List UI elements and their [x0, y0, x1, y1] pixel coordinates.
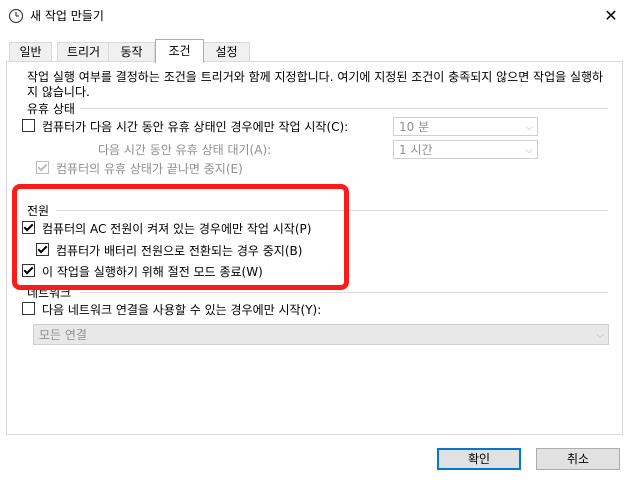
start-if-idle-checkbox[interactable] [22, 119, 35, 132]
description-text: 작업 실행 여부를 결정하는 조건을 트리거와 함께 지정합니다. 여기에 지정… [27, 70, 604, 99]
tab-settings[interactable]: 설정 [203, 42, 250, 62]
tab-triggers[interactable]: 트리거 [57, 42, 110, 62]
start-if-idle-label: 컴퓨터가 다음 시간 동안 유휴 상태인 경우에만 작업 시작(C): [42, 120, 349, 134]
idle-duration-combo[interactable]: 10 분 ⌵ [393, 117, 538, 136]
tab-actions[interactable]: 동작 [108, 42, 155, 62]
idle-group-label: 유휴 상태 [27, 100, 78, 117]
start-if-network-checkbox[interactable] [22, 302, 35, 315]
network-divider [80, 292, 608, 293]
chevron-down-icon: ⌵ [596, 330, 604, 341]
idle-divider [80, 108, 608, 109]
stop-if-not-idle-checkbox[interactable] [36, 161, 49, 174]
wait-duration-combo[interactable]: 1 시간 ⌵ [393, 140, 538, 159]
tab-conditions[interactable]: 조건 [155, 39, 204, 63]
wait-label: 다음 시간 동안 유휴 상태 대기(A): [98, 143, 272, 157]
window-title: 새 작업 만들기 [30, 9, 104, 23]
cancel-button[interactable]: 취소 [536, 448, 620, 470]
task-scheduler-icon [8, 8, 24, 24]
idle-duration-value: 10 분 [399, 120, 430, 134]
highlight-box [12, 184, 349, 290]
ok-button[interactable]: 확인 [437, 448, 521, 470]
wait-duration-value: 1 시간 [399, 143, 433, 157]
network-connection-value: 모든 연결 [39, 328, 87, 342]
network-connection-combo[interactable]: 모든 연결 ⌵ [33, 324, 609, 345]
stop-if-not-idle-label: 컴퓨터의 유휴 상태가 끝나면 중지(E) [56, 162, 243, 176]
chevron-down-icon: ⌵ [525, 122, 533, 133]
tab-general[interactable]: 일반 [9, 42, 52, 62]
start-if-network-label: 다음 네트워크 연결을 사용할 수 있는 경우에만 시작(Y): [42, 303, 322, 317]
close-icon[interactable]: ✕ [598, 4, 624, 28]
chevron-down-icon: ⌵ [525, 145, 533, 156]
